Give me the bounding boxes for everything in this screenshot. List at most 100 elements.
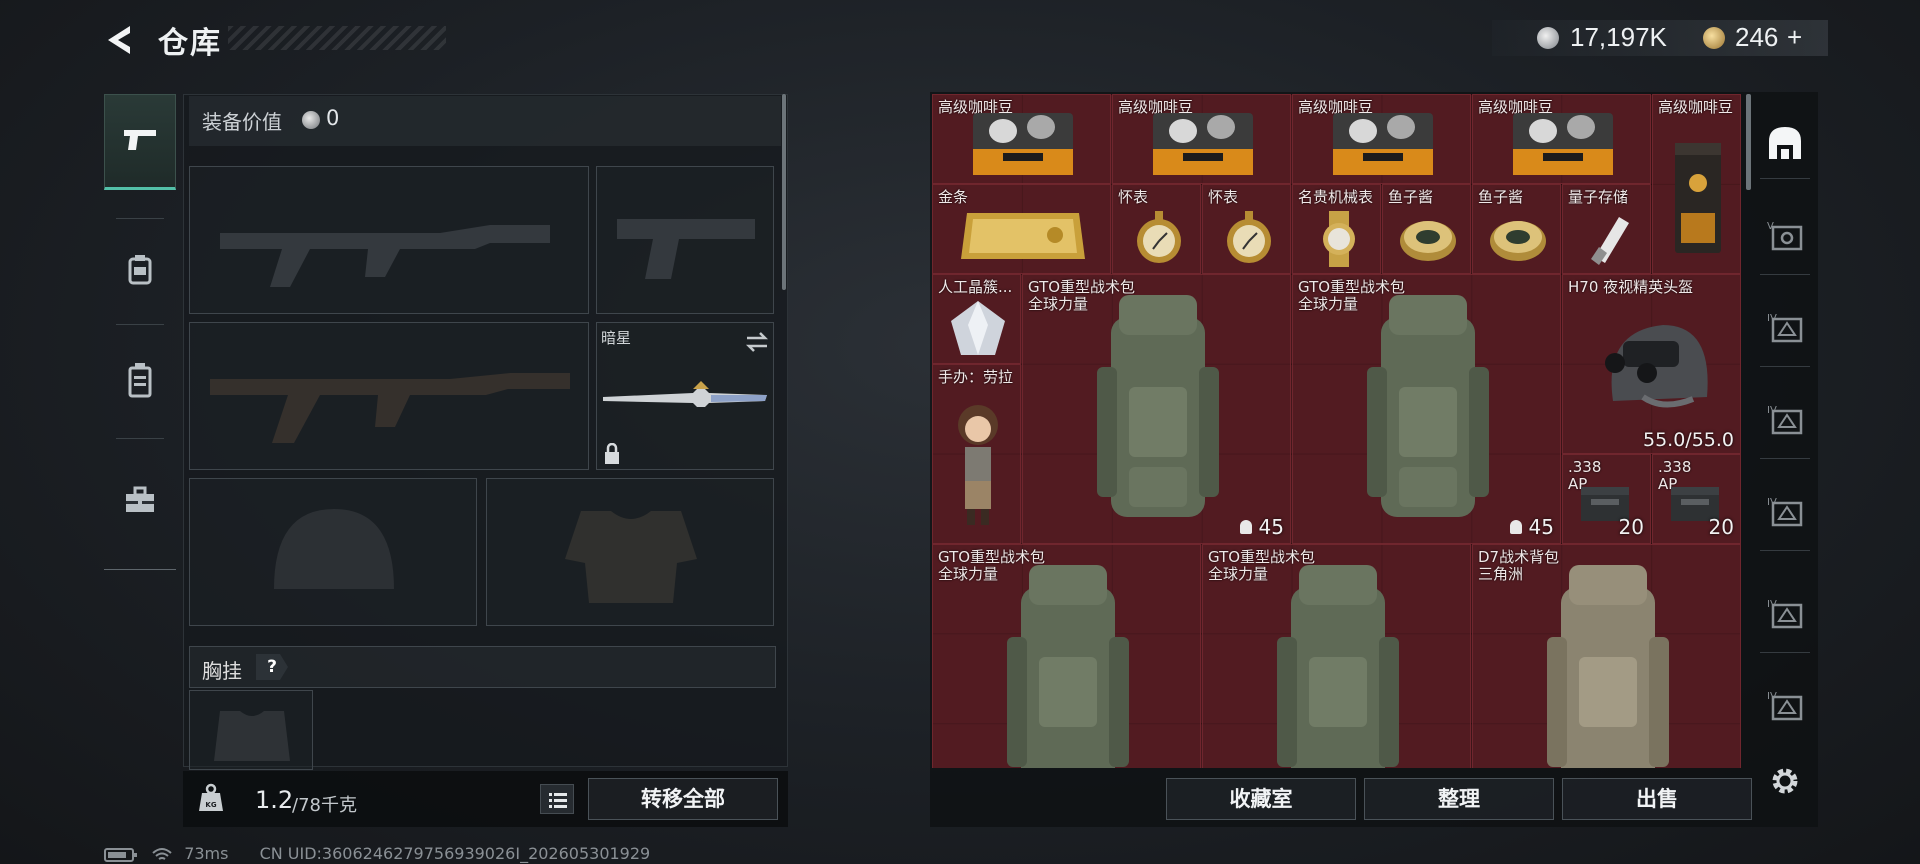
page-title: 仓库: [158, 26, 222, 61]
gold-currency-value: 246: [1735, 22, 1779, 52]
sell-button[interactable]: 出售: [1562, 778, 1752, 820]
primary-weapon-slot[interactable]: [189, 166, 589, 314]
storage-tab-iv-3[interactable]: IV: [1760, 487, 1810, 537]
expansion-box-icon: IV: [1767, 691, 1803, 721]
crystal-icon: [951, 301, 1005, 355]
category-items-tab[interactable]: [104, 452, 176, 548]
secondary-weapon-slot[interactable]: [189, 322, 589, 470]
rifle-silhouette-icon: [220, 225, 550, 287]
sort-button[interactable]: 整理: [1364, 778, 1554, 820]
silver-coin-icon: [302, 111, 320, 129]
grid-item-coffee[interactable]: 高级咖啡豆: [1112, 94, 1291, 184]
grid-item-coffee[interactable]: 高级咖啡豆: [1292, 94, 1471, 184]
helmet-silhouette-icon: [274, 509, 394, 589]
vest-icon: [128, 363, 152, 398]
grid-item-backpack[interactable]: GTO重型战术包 全球力量: [1202, 544, 1471, 768]
lock-icon: [605, 443, 619, 464]
vest-silhouette-icon: [214, 711, 290, 761]
wifi-icon: [152, 847, 172, 860]
armor-silhouette-icon: [565, 511, 697, 603]
title-decoration: [228, 26, 446, 50]
coffee-bag-icon: [1675, 143, 1721, 253]
grid-item-caviar[interactable]: 鱼子酱: [1472, 184, 1561, 274]
storage-tab-iv-2[interactable]: IV: [1760, 395, 1810, 445]
loadout-scrollbar[interactable]: [782, 94, 786, 290]
backpack-icon: [1007, 565, 1129, 768]
svg-text:KG: KG: [205, 801, 216, 809]
silver-coin-icon: [1537, 27, 1559, 49]
silver-currency-value: 17,197K: [1570, 22, 1667, 52]
expansion-box-icon: IV: [1767, 497, 1803, 527]
backpack-icon: [1277, 565, 1399, 768]
storage-scrollbar[interactable]: [1746, 94, 1751, 190]
grid-item-backpack[interactable]: D7战术背包 三角洲: [1472, 544, 1741, 768]
grid-item-quantum-storage[interactable]: 量子存储: [1562, 184, 1651, 274]
transfer-all-button[interactable]: 转移全部: [588, 778, 778, 820]
grid-item-pocket-watch[interactable]: 怀表: [1202, 184, 1291, 274]
gold-coin-icon: [1703, 27, 1725, 49]
coffee-bag-icon: [1513, 113, 1613, 175]
storage-tab-iv-4[interactable]: IV: [1760, 589, 1810, 639]
wristwatch-icon: [1323, 211, 1355, 267]
storage-tab-v[interactable]: V: [1760, 211, 1810, 261]
pistol-slot[interactable]: [596, 166, 774, 314]
storage-tab-main[interactable]: [1760, 118, 1810, 168]
pistol-icon: [124, 130, 156, 150]
expansion-box-icon: IV: [1767, 405, 1803, 435]
grid-item-crystal[interactable]: 人工晶簇...: [932, 274, 1021, 364]
expansion-box-icon: V: [1767, 221, 1803, 251]
expansion-box-icon: IV: [1767, 599, 1803, 629]
expansion-box-icon: IV: [1767, 313, 1803, 343]
grid-item-caviar[interactable]: 鱼子酱: [1382, 184, 1471, 274]
helmet-slot[interactable]: [189, 478, 477, 626]
add-currency-button[interactable]: +: [1787, 22, 1802, 53]
night-vision-helmet-icon: [1605, 325, 1708, 408]
grid-item-coffee[interactable]: 高级咖啡豆: [1652, 94, 1741, 274]
grid-item-mechanical-watch[interactable]: 名贵机械表: [1292, 184, 1381, 274]
grid-item-backpack[interactable]: GTO重型战术包 全球力量 45: [1022, 274, 1291, 544]
rifle-silhouette-icon: [210, 373, 570, 443]
melee-slot[interactable]: 暗星: [596, 322, 774, 470]
coffee-bag-icon: [973, 113, 1073, 175]
grid-item-backpack[interactable]: GTO重型战术包 全球力量 45: [1292, 274, 1561, 544]
list-view-button[interactable]: [540, 784, 574, 814]
category-armor-tab[interactable]: [104, 222, 176, 318]
storage-tab-iv-5[interactable]: IV: [1760, 681, 1810, 731]
status-bar: 73ms CN UID:3606246279756939026I_2026053…: [104, 844, 650, 863]
storage-grid: 高级咖啡豆 高级咖啡豆 高级咖啡豆 高级咖啡豆 高级咖啡豆 金条 怀表 怀表 名…: [932, 94, 1741, 768]
grid-item-ammo[interactable]: .338 AP 20: [1652, 454, 1741, 544]
storage-vault-icon: [1769, 127, 1801, 159]
gear-icon: [1772, 768, 1798, 794]
category-rigs-tab[interactable]: [104, 332, 176, 428]
toolbox-icon: [126, 486, 154, 512]
grid-item-coffee[interactable]: 高级咖啡豆: [1472, 94, 1651, 184]
pocket-watch-icon: [1137, 211, 1181, 263]
category-weapons-tab[interactable]: [104, 94, 176, 190]
chest-rig-label: 胸挂: [202, 659, 242, 683]
grid-item-ammo[interactable]: .338 AP 20: [1562, 454, 1651, 544]
settings-button[interactable]: [1760, 756, 1810, 806]
durability-icon: [1510, 520, 1522, 534]
usb-drive-icon: [1591, 217, 1629, 265]
list-icon: [549, 793, 567, 808]
storage-tab-iv-1[interactable]: IV: [1760, 303, 1810, 353]
armor-slot[interactable]: [486, 478, 774, 626]
user-uid: CN UID:3606246279756939026I_202605301929: [259, 844, 651, 863]
equip-value-label: 装备价值: [202, 110, 282, 134]
durability-icon: [1240, 520, 1252, 534]
backpack-icon: [1097, 295, 1219, 517]
grid-item-backpack[interactable]: GTO重型战术包 全球力量: [932, 544, 1201, 768]
coffee-bag-icon: [1153, 113, 1253, 175]
category-nav: [104, 86, 176, 570]
back-arrow-icon[interactable]: [100, 20, 140, 60]
grid-item-pocket-watch[interactable]: 怀表: [1112, 184, 1201, 274]
caviar-tin-icon: [1400, 221, 1456, 261]
grid-item-nvg-helmet[interactable]: H70 夜视精英头盔 55.0/55.0: [1562, 274, 1741, 454]
grid-item-figurine[interactable]: 手办：劳拉: [932, 364, 1021, 544]
grid-item-coffee[interactable]: 高级咖啡豆: [932, 94, 1111, 184]
collection-room-button[interactable]: 收藏室: [1166, 778, 1356, 820]
grid-item-gold-bar[interactable]: 金条: [932, 184, 1111, 274]
backpack-icon: [1547, 565, 1669, 768]
swap-arrows-icon[interactable]: [745, 331, 769, 353]
chest-rig-slot[interactable]: [189, 690, 313, 770]
